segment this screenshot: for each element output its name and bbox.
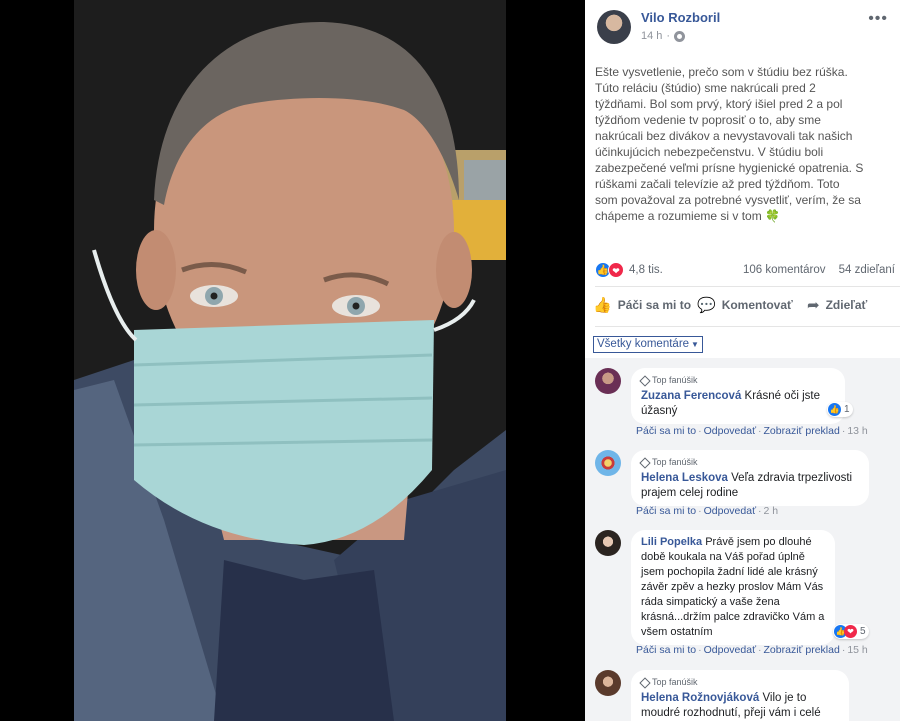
comment-reactions[interactable]: 👍 ❤ 5 — [833, 624, 869, 639]
comment-label: Komentovať — [721, 298, 793, 312]
share-count[interactable]: 54 zdieľaní — [839, 264, 895, 276]
comment-bubble: Top fanúšik Helena Rožnovjáková Vilo je … — [631, 670, 849, 721]
commenter-avatar[interactable] — [595, 530, 621, 556]
post-header: Vilo Rozboril 14 h · ••• — [585, 0, 900, 50]
author-avatar[interactable] — [597, 10, 631, 44]
commenter-avatar[interactable] — [595, 368, 621, 394]
like-label: Páči sa mi to — [617, 298, 692, 312]
top-fan-badge: Top fanúšik — [639, 675, 839, 690]
speech-bubble-icon: 💬 — [697, 297, 716, 314]
like-button[interactable]: 👍 Páči sa mi to — [593, 296, 691, 314]
top-fan-badge: Top fanúšik — [639, 455, 859, 470]
diamond-icon — [639, 374, 651, 387]
post-meta: 14 h · — [641, 30, 686, 42]
comment-translate-link[interactable]: Zobraziť preklad — [764, 644, 840, 656]
comment-text: všem ostatním — [641, 626, 713, 638]
globe-icon — [674, 30, 686, 42]
photo-illustration — [74, 0, 506, 721]
comment-reply-link[interactable]: Odpovedať — [704, 425, 756, 437]
comment-text: Vilo je to — [762, 692, 807, 704]
comment-count[interactable]: 106 komentárov — [743, 264, 825, 276]
top-fan-badge: Top fanúšik — [639, 373, 835, 388]
commenter-name[interactable]: Helena Rožnovjáková — [641, 692, 759, 704]
divider — [595, 286, 900, 287]
comment-translate-link[interactable]: Zobraziť preklad — [764, 425, 840, 437]
post-panel: Vilo Rozboril 14 h · ••• Ešte vysvetleni… — [585, 0, 900, 721]
commenter-avatar[interactable] — [595, 670, 621, 696]
comment-reply-link[interactable]: Odpovedať — [704, 505, 756, 517]
clover-emoji: 🍀 — [765, 209, 781, 223]
comment-like-link[interactable]: Páči sa mi to — [636, 425, 696, 437]
commenter-name[interactable]: Lili Popelka — [641, 536, 702, 548]
post-actions: 👍 Páči sa mi to 💬 Komentovať ➦ Zdieľať — [593, 296, 893, 318]
share-arrow-icon: ➦ — [807, 297, 820, 314]
comment-bubble: Top fanúšik Zuzana Ferencová Krásné oči … — [631, 368, 845, 424]
comment-bubble: Top fanúšik Helena Leskova Veľa zdravia … — [631, 450, 869, 506]
comment-text: moudré rozhodnutí, přeji vám i celé vaši — [641, 707, 821, 719]
comment-links: Páči sa mi to · Odpovedať · Zobraziť preklad… — [636, 644, 868, 656]
comment-text: ráda simpatický a vaše žena — [641, 596, 780, 608]
love-reaction-icon: ❤ — [844, 625, 857, 638]
comment-text: Právě jsem po dlouhé — [705, 536, 812, 548]
diamond-icon — [639, 676, 651, 689]
comment-text: úžasný — [641, 405, 678, 417]
post-stats: 👍 ❤ 4,8 tis. 106 komentárov 54 zdieľaní — [595, 262, 895, 280]
comment-text: jsem pochopila žadní lidé ale krásný — [641, 566, 818, 578]
caret-down-icon: ▼ — [691, 340, 699, 349]
comment-reactions[interactable]: 👍 1 — [827, 402, 853, 417]
comment-text: době koukala na Váš pořad úplně — [641, 551, 805, 563]
comment-time[interactable]: 2 h — [764, 505, 779, 517]
love-reaction-icon[interactable]: ❤ — [608, 262, 624, 278]
comment-links: Páči sa mi to · Odpovedať · 2 h — [636, 505, 779, 517]
post-photo[interactable] — [74, 0, 506, 721]
commenter-name[interactable]: Helena Leskova — [641, 472, 728, 484]
photo-viewer — [0, 0, 585, 721]
comment-text: Krásné oči jste — [744, 390, 820, 402]
diamond-icon — [639, 456, 651, 469]
comment-filter-dropdown[interactable]: Všetky komentáre ▼ — [593, 336, 703, 353]
reaction-count[interactable]: 4,8 tis. — [629, 264, 663, 276]
comment-bubble: Lili Popelka Právě jsem po dlouhé době k… — [631, 530, 835, 645]
thumbs-up-icon: 👍 — [593, 297, 612, 314]
comment-reply-link[interactable]: Odpovedať — [704, 644, 756, 656]
share-button[interactable]: ➦ Zdieľať — [807, 296, 867, 314]
post-text: Ešte vysvetlenie, prečo som v štúdiu bez… — [595, 64, 865, 224]
comment-button[interactable]: 💬 Komentovať — [697, 296, 793, 314]
author-name[interactable]: Vilo Rozboril — [641, 10, 720, 25]
comment-text: krásná...držím palce zdravičko Vám a — [641, 611, 825, 623]
comment-text: prajem celej rodine — [641, 487, 739, 499]
commenter-name[interactable]: Zuzana Ferencová — [641, 390, 741, 402]
comment-links: Páči sa mi to · Odpovedať · Zobraziť preklad… — [636, 425, 868, 437]
comment-time[interactable]: 15 h — [847, 644, 867, 656]
comment-filter-label: Všetky komentáre — [597, 338, 690, 350]
commenter-avatar[interactable] — [595, 450, 621, 476]
share-label: Zdieľať — [825, 298, 868, 312]
post-body: Ešte vysvetlenie, prečo som v štúdiu bez… — [595, 65, 864, 223]
comment-text: Veľa zdravia trpezlivosti — [731, 472, 853, 484]
comment-time[interactable]: 13 h — [847, 425, 867, 437]
like-reaction-icon: 👍 — [828, 403, 841, 416]
post-time[interactable]: 14 h — [641, 30, 662, 42]
more-dots-icon[interactable]: ••• — [868, 10, 888, 28]
comment-like-link[interactable]: Páči sa mi to — [636, 644, 696, 656]
comment-text: závěr zpěv a hezky proslov Mám Vás — [641, 581, 824, 593]
divider — [595, 326, 900, 327]
comment-like-link[interactable]: Páči sa mi to — [636, 505, 696, 517]
